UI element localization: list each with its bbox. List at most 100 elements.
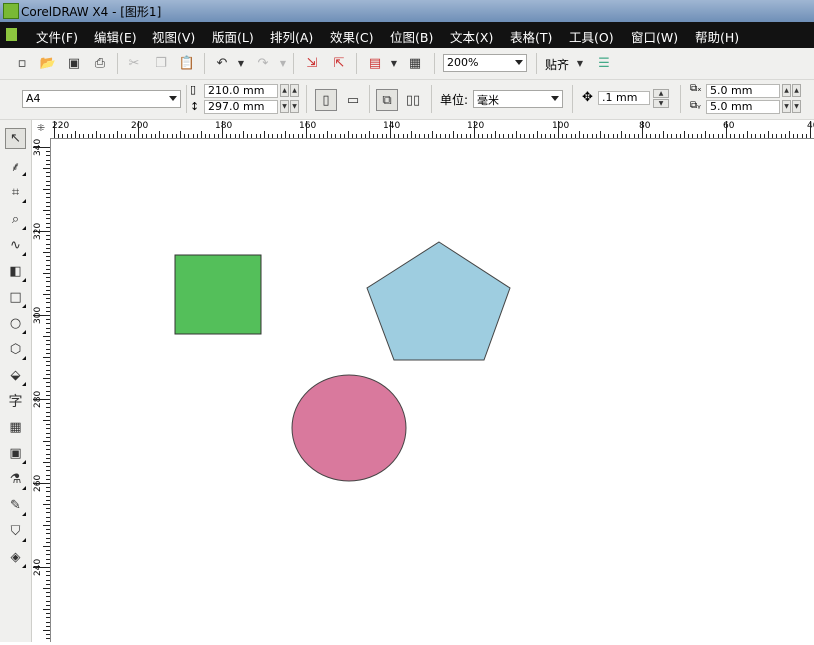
ruler-tick: [713, 134, 715, 138]
green-rectangle[interactable]: [174, 254, 262, 335]
ruler-tick: [46, 214, 50, 216]
menu-table[interactable]: 表格(T): [510, 27, 552, 46]
open-folder-icon[interactable]: 📂: [38, 53, 58, 73]
ruler-tick: [377, 134, 379, 138]
menu-window[interactable]: 窗口(W): [631, 27, 678, 46]
launcher-dropdown-icon[interactable]: ▼: [389, 53, 399, 73]
menu-help[interactable]: 帮助(H): [695, 27, 739, 46]
save-icon[interactable]: ▣: [64, 53, 84, 73]
export-icon[interactable]: ⇱: [329, 53, 349, 73]
horizontal-ruler[interactable]: 220 200 180 160 140 120 100 80 60 40: [50, 120, 814, 139]
ruler-tick: [591, 134, 593, 138]
ruler-tick: [738, 134, 740, 138]
vertical-ruler[interactable]: 340 320 300 280 260 240: [32, 138, 51, 642]
polygon-tool-icon[interactable]: ⬡: [5, 339, 26, 360]
ruler-tick: [46, 193, 50, 195]
window-title: CorelDRAW X4 - [图形1]: [21, 5, 162, 19]
units-select[interactable]: 毫米: [473, 90, 563, 108]
ruler-tick: [46, 235, 50, 237]
duplicate-y-spin[interactable]: ▼: [792, 100, 801, 113]
copy-icon[interactable]: ❐: [151, 53, 171, 73]
duplicate-y-spin[interactable]: ▼: [782, 100, 791, 113]
paper-size-select[interactable]: A4: [22, 90, 181, 108]
ruler-tick: [566, 134, 568, 138]
duplicate-x-field[interactable]: 5.0 mm: [706, 84, 780, 98]
ruler-tick: [43, 273, 50, 274]
ruler-tick: [46, 369, 50, 371]
print-icon[interactable]: ⎙: [90, 53, 110, 73]
ruler-tick: [675, 134, 677, 138]
rectangle-tool-icon[interactable]: □: [5, 287, 26, 308]
menu-text[interactable]: 文本(X): [450, 27, 493, 46]
current-page-icon[interactable]: ▯▯: [402, 89, 424, 111]
menu-file[interactable]: 文件(F): [36, 27, 78, 46]
menu-edit[interactable]: 编辑(E): [94, 27, 137, 46]
interactive-effects-tool-icon[interactable]: ▣: [5, 443, 26, 464]
smart-fill-tool-icon[interactable]: ◧: [5, 261, 26, 282]
new-document-icon[interactable]: ▫: [12, 53, 32, 73]
ruler-tick: [58, 134, 60, 138]
outline-tool-icon[interactable]: ✎: [5, 495, 26, 516]
ruler-tick: [46, 529, 50, 531]
undo-icon[interactable]: ↶: [212, 53, 232, 73]
menu-arrange[interactable]: 排列(A): [270, 27, 313, 46]
ruler-tick: [478, 134, 480, 138]
ruler-tick: [763, 134, 765, 138]
crop-tool-icon[interactable]: ⌗: [5, 182, 26, 203]
nudge-field[interactable]: .1 mm: [598, 91, 650, 105]
redo-icon[interactable]: ↷: [253, 53, 273, 73]
drawing-canvas[interactable]: [51, 139, 814, 642]
text-tool-icon[interactable]: 字: [5, 390, 26, 411]
nudge-spin-down[interactable]: ▼: [653, 99, 669, 108]
basic-shapes-tool-icon[interactable]: ⬙: [5, 365, 26, 386]
pick-tool-icon[interactable]: ↖: [5, 128, 26, 149]
menu-bitmaps[interactable]: 位图(B): [390, 27, 433, 46]
ruler-tick: [46, 344, 50, 346]
ruler-tick: [46, 310, 50, 312]
width-spin-button[interactable]: ▲: [280, 84, 289, 97]
height-spin-button[interactable]: ▼: [280, 100, 289, 113]
interactive-fill-tool-icon[interactable]: ◈: [5, 547, 26, 568]
all-pages-icon[interactable]: ⧉: [376, 89, 398, 111]
menu-effects[interactable]: 效果(C): [330, 27, 373, 46]
duplicate-x-spin[interactable]: ▲: [792, 84, 801, 97]
paper-width-field[interactable]: 210.0 mm: [204, 84, 278, 98]
paste-icon[interactable]: 📋: [177, 53, 197, 73]
duplicate-y-field[interactable]: 5.0 mm: [706, 100, 780, 114]
snap-to-button[interactable]: 贴齐: [545, 56, 569, 73]
duplicate-x-spin[interactable]: ▲: [782, 84, 791, 97]
menu-layout[interactable]: 版面(L): [212, 27, 254, 46]
zoom-tool-icon[interactable]: ⌕: [5, 209, 26, 230]
paper-height-field[interactable]: 297.0 mm: [204, 100, 278, 114]
cut-icon[interactable]: ✂: [124, 53, 144, 73]
shape-tool-icon[interactable]: ⸙: [5, 155, 26, 176]
eyedropper-tool-icon[interactable]: ⚗: [5, 469, 26, 490]
table-tool-icon[interactable]: ▦: [5, 417, 26, 438]
fill-tool-icon[interactable]: ⛉: [5, 521, 26, 542]
width-spin-button[interactable]: ▲: [290, 84, 299, 97]
pink-ellipse[interactable]: [291, 374, 407, 482]
ruler-tick: [46, 571, 50, 573]
ruler-tick: [276, 134, 278, 138]
menu-view[interactable]: 视图(V): [152, 27, 195, 46]
ruler-origin-icon[interactable]: ⁜: [32, 120, 51, 139]
menu-tools[interactable]: 工具(O): [569, 27, 614, 46]
snap-dropdown-icon[interactable]: ▼: [575, 53, 585, 73]
document-icon[interactable]: [6, 28, 17, 41]
nudge-spin-up[interactable]: ▲: [653, 89, 669, 98]
undo-dropdown-icon[interactable]: ▼: [236, 53, 246, 73]
freehand-tool-icon[interactable]: ∿: [5, 235, 26, 256]
ruler-tick: [259, 134, 261, 138]
ruler-tick: [154, 134, 156, 138]
redo-dropdown-icon[interactable]: ▼: [278, 53, 288, 73]
landscape-orientation-icon[interactable]: ▭: [342, 89, 364, 111]
height-spin-button[interactable]: ▼: [290, 100, 299, 113]
ellipse-tool-icon[interactable]: ○: [5, 313, 26, 334]
zoom-level-select[interactable]: 200%: [443, 54, 527, 72]
import-icon[interactable]: ⇲: [302, 53, 322, 73]
portrait-orientation-icon[interactable]: ▯: [315, 89, 337, 111]
blue-pentagon[interactable]: [366, 241, 511, 361]
options-icon[interactable]: ☰: [594, 53, 614, 73]
application-launcher-icon[interactable]: ▤: [365, 53, 385, 73]
welcome-screen-icon[interactable]: ▦: [405, 53, 425, 73]
